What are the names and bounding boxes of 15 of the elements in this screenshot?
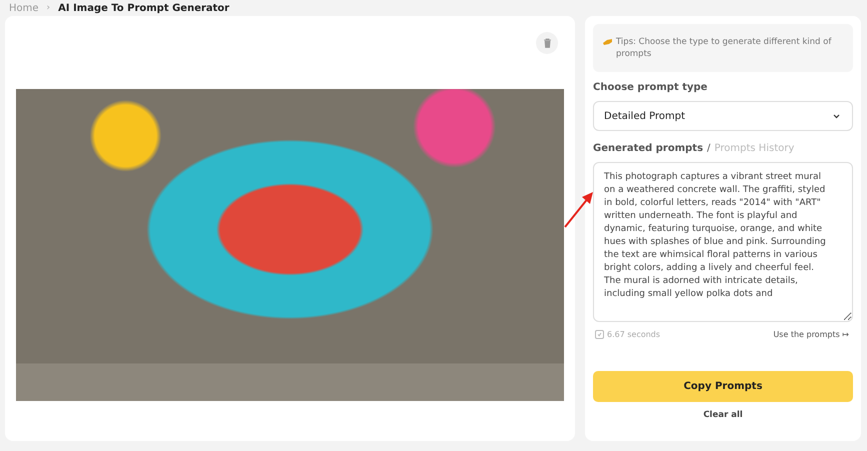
field-label: Choose prompt type <box>593 82 708 93</box>
prompt-type-select[interactable]: Detailed Prompt <box>593 101 853 131</box>
tips-text: Tips: Choose the type to generate different kind of prompts <box>616 36 832 60</box>
duration-text: 6.67 seconds <box>607 330 660 339</box>
chevron-down-icon <box>833 114 840 118</box>
copy-prompts-button[interactable]: Copy Prompts <box>593 371 853 402</box>
prompt-text-area[interactable]: This photograph captures a vibrant street mural on a weathered concrete wall. The graffiti, styled in bold, colorful letters, reads "2014" with "ART" written underneath. The font is playful and dynamic, featuring turquoise, orange, and white hues with splashes of blue and pink. Surrounding the text are whimsical floral patterns in various bright colors, adding a lively and cheerful feel. The mural is adorned with intricate details, including small yellow polka dots and <box>593 162 853 322</box>
prompt-tab[interactable]: Generated prompts <box>593 143 704 154</box>
clear-all-button[interactable]: Clear all <box>703 410 743 420</box>
trash-icon <box>542 38 552 48</box>
use-prompts-link[interactable]: Use the prompts ↦ <box>773 330 849 339</box>
tab-separator: / <box>707 143 710 154</box>
breadcrumb-link[interactable]: AI Image To Prompt Generator <box>58 2 230 14</box>
delete-button[interactable] <box>536 32 558 54</box>
breadcrumb-separator: › <box>46 3 50 13</box>
